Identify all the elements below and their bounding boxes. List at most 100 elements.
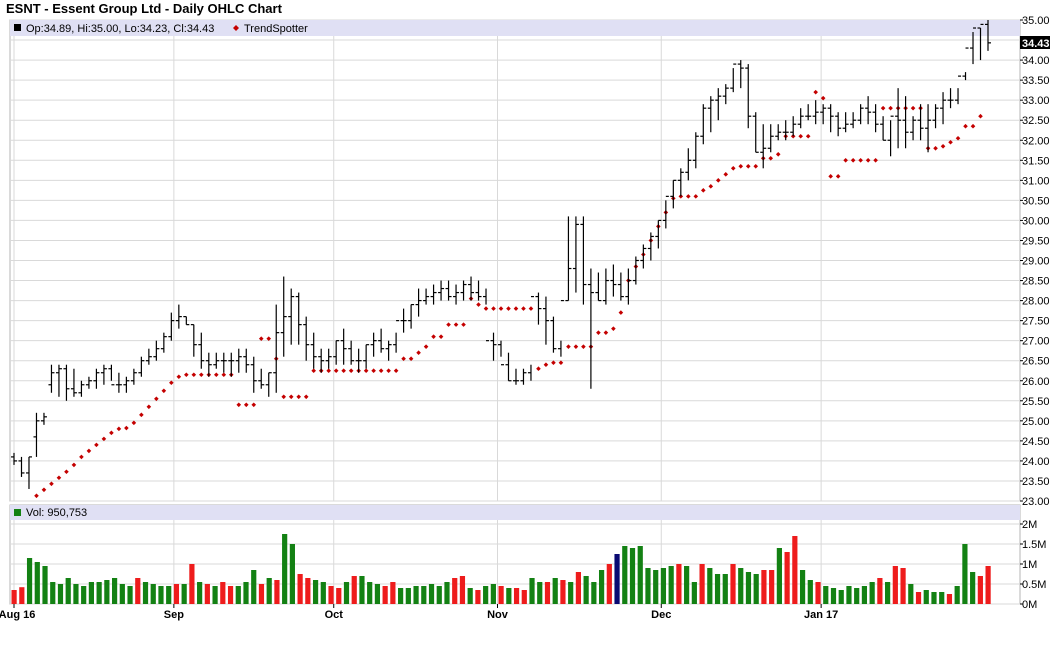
volume-bar — [939, 592, 945, 604]
volume-bar — [359, 576, 365, 604]
volume-bar — [26, 558, 33, 604]
volume-bar — [189, 564, 195, 604]
volume-bar — [776, 548, 782, 604]
volume-legend-bar — [10, 505, 1020, 520]
volume-tick-label: 0M — [1022, 599, 1037, 611]
volume-bar — [19, 587, 25, 604]
volume-bar — [598, 570, 605, 604]
price-tick-label: 23.00 — [1022, 496, 1050, 508]
volume-bar — [544, 582, 551, 604]
volume-tick-label: 1M — [1022, 559, 1037, 571]
volume-bar — [513, 588, 520, 604]
volume-legend-text: Vol: 950,753 — [26, 507, 87, 519]
volume-bar — [181, 584, 187, 604]
price-y-axis: 35.0034.5034.0033.5033.0032.5032.0031.50… — [1020, 15, 1050, 508]
volume-bar — [421, 586, 427, 604]
volume-bar — [691, 582, 697, 604]
volume-bar — [869, 582, 875, 604]
volume-bar — [892, 566, 898, 604]
volume-bar — [583, 576, 589, 604]
volume-bar — [305, 578, 311, 604]
volume-bar — [398, 588, 404, 604]
volume-bar — [745, 572, 752, 604]
volume-bar — [761, 570, 767, 604]
volume-tick-label: 2M — [1022, 519, 1037, 531]
volume-bar — [714, 574, 721, 604]
volume-bar — [799, 570, 806, 604]
volume-bar — [197, 582, 203, 604]
price-tick-label: 25.50 — [1022, 396, 1050, 408]
volume-tick-label: 1.5M — [1022, 539, 1046, 551]
volume-bar — [970, 572, 976, 604]
volume-bar — [127, 586, 133, 604]
volume-bar — [490, 584, 496, 604]
volume-bar — [660, 568, 667, 604]
date-tick-label: Oct — [325, 609, 344, 621]
volume-bar — [908, 584, 914, 604]
ohlc-legend-swatch — [14, 24, 21, 31]
volume-bar — [96, 582, 102, 604]
volume-bar — [351, 576, 357, 604]
volume-bar — [367, 582, 373, 604]
volume-bar — [428, 584, 435, 604]
volume-bar — [405, 588, 411, 604]
volume-bar — [135, 578, 141, 604]
volume-bar — [111, 578, 118, 604]
date-tick-label: Sep — [164, 609, 184, 621]
price-tick-label: 24.00 — [1022, 456, 1050, 468]
price-tick-label: 27.50 — [1022, 316, 1050, 328]
volume-bar — [173, 584, 180, 604]
volume-bar — [506, 588, 512, 604]
volume-bar — [243, 582, 249, 604]
volume-bar — [645, 568, 651, 604]
price-tick-label: 31.00 — [1022, 175, 1050, 187]
volume-bar — [521, 590, 527, 604]
volume-bar — [560, 580, 566, 604]
volume-bar — [336, 588, 342, 604]
volume-bar — [475, 590, 481, 604]
volume-bar — [877, 578, 883, 604]
ohlc-chart: 35.0034.5034.0033.5033.0032.5032.0031.50… — [0, 15, 1050, 621]
volume-bar — [220, 582, 226, 604]
volume-bar — [954, 586, 960, 604]
volume-bar — [266, 578, 272, 604]
price-tick-label: 26.00 — [1022, 376, 1050, 388]
volume-bar — [854, 588, 860, 604]
volume-bar — [885, 582, 891, 604]
volume-bar — [915, 592, 922, 604]
volume-bar — [390, 582, 396, 604]
volume-bar — [900, 568, 906, 604]
volume-bar — [653, 570, 659, 604]
volume-bar — [65, 578, 71, 604]
volume-bar — [142, 582, 149, 604]
volume-bar — [753, 574, 759, 604]
last-price-label: 34.43 — [1022, 38, 1050, 50]
volume-bar — [699, 564, 705, 604]
volume-bar — [34, 562, 40, 604]
volume-bar — [50, 582, 56, 604]
volume-bar — [297, 574, 303, 604]
volume-bar — [537, 582, 543, 604]
volume-bar — [552, 578, 558, 604]
volume-bar — [614, 554, 620, 604]
trend-legend-text: TrendSpotter — [244, 23, 308, 35]
volume-bar — [413, 586, 419, 604]
volume-bar — [104, 580, 110, 604]
volume-bar — [977, 576, 983, 604]
date-tick-label: Jan 17 — [804, 609, 838, 621]
price-tick-label: 28.00 — [1022, 296, 1050, 308]
price-tick-label: 25.00 — [1022, 416, 1050, 428]
volume-bar — [158, 586, 164, 604]
volume-bar — [823, 586, 829, 604]
volume-bar — [923, 590, 929, 604]
volume-bar — [846, 586, 852, 604]
volume-tick-label: 0.5M — [1022, 579, 1046, 591]
volume-bar — [459, 576, 466, 604]
volume-bar — [861, 586, 868, 604]
price-tick-label: 29.50 — [1022, 235, 1050, 247]
volume-bar — [258, 584, 265, 604]
volume-bar — [436, 586, 442, 604]
volume-bar — [962, 544, 968, 604]
volume-bar — [73, 584, 79, 604]
price-tick-label: 32.00 — [1022, 135, 1050, 147]
